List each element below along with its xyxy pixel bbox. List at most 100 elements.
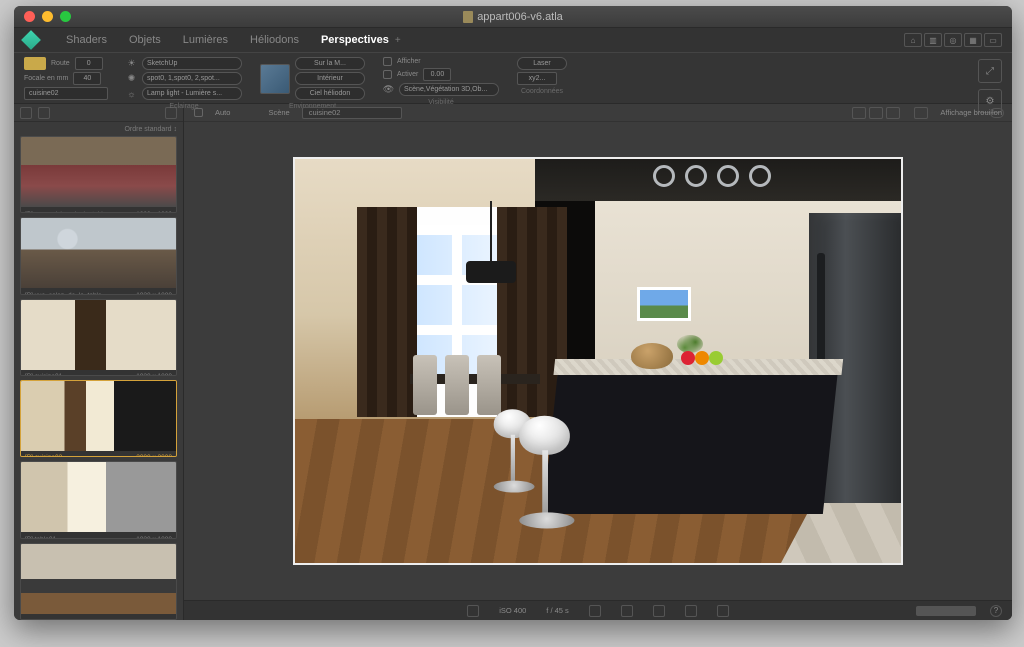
scene-name-chip[interactable]: cuisine02 bbox=[302, 107, 402, 119]
sky-swatch[interactable] bbox=[260, 64, 290, 94]
thumb-res: 1920 x 1080 bbox=[136, 211, 172, 214]
menu-perspectives[interactable]: Perspectives bbox=[321, 34, 389, 46]
menu-objets[interactable]: Objets bbox=[129, 34, 161, 46]
thumbnail-panel: Ordre standard ↕ [P] vue_cuisine_de_la_t… bbox=[14, 104, 184, 620]
menu-shaders[interactable]: Shaders bbox=[66, 34, 107, 46]
thumb-name: [P] table01 bbox=[25, 536, 56, 539]
thumb-item[interactable]: [P] vue_salon_de_la_table 1920 x 1080 bbox=[20, 217, 177, 294]
filter-icon[interactable] bbox=[38, 107, 50, 119]
viewer-eye-icon[interactable] bbox=[990, 108, 1004, 118]
content-row: Ordre standard ↕ [P] vue_cuisine_de_la_t… bbox=[14, 104, 1012, 620]
thumb-item[interactable]: [P] cuisine01 1920 x 1080 bbox=[20, 299, 177, 376]
activer-label: Activer bbox=[397, 71, 418, 78]
vm-icon-1[interactable] bbox=[852, 107, 866, 119]
focale-field[interactable]: 40 bbox=[73, 72, 101, 85]
scene-wall-picture bbox=[637, 287, 691, 321]
route-label: Route bbox=[51, 60, 70, 67]
menu-heliodons[interactable]: Héliodons bbox=[250, 34, 299, 46]
window-filename: appart006-v6.atla bbox=[477, 11, 563, 23]
eye-icon[interactable]: 👁 bbox=[383, 84, 394, 95]
lamp-icon[interactable]: ☼ bbox=[126, 88, 137, 99]
afficher-label: Afficher bbox=[397, 58, 421, 65]
activer-field[interactable]: 0.00 bbox=[423, 68, 451, 81]
scene-vis-field[interactable]: Scène,Végétation 3D,Ob... bbox=[399, 83, 499, 96]
thumb-item-selected[interactable]: [P] cuisine02 3000 x 2000 bbox=[20, 380, 177, 457]
thumb-res: 3000 x 2000 bbox=[136, 454, 172, 457]
menu-lumieres[interactable]: Lumières bbox=[183, 34, 228, 46]
exposure-up-icon[interactable] bbox=[653, 605, 665, 617]
render-viewer: Auto Scène cuisine02 Affichage brouillon bbox=[184, 104, 1012, 620]
group-coordonnees: Laser xy2... Coordonnées bbox=[517, 57, 567, 101]
iso-readout[interactable]: iSO 400 bbox=[499, 606, 526, 615]
route-field[interactable]: 0 bbox=[75, 57, 103, 70]
view-mode-icons bbox=[852, 107, 928, 119]
coord-label: Coordonnées bbox=[517, 88, 567, 95]
menu-add-icon[interactable]: + bbox=[395, 35, 401, 46]
thumb-name: [P] cuisine02 bbox=[25, 454, 62, 457]
engine-field[interactable]: SketchUp bbox=[142, 57, 242, 70]
thumb-item[interactable]: [P] vue_cuisine_de_la_table 1920 x 1080 bbox=[20, 136, 177, 213]
sun-icon[interactable]: ☀ bbox=[126, 58, 137, 69]
env-opt2[interactable]: Intérieur bbox=[295, 72, 365, 85]
thumb-name: [P] cuisine01 bbox=[25, 373, 62, 376]
env-opt1[interactable]: Sur la M... bbox=[295, 57, 365, 70]
thumb-image bbox=[21, 462, 176, 532]
canvas-wrap[interactable] bbox=[184, 122, 1012, 600]
inspector-toolbar: Route 0 Focale en mm 40 cuisine02 ☀ Sket… bbox=[14, 52, 1012, 104]
afficher-checkbox[interactable] bbox=[383, 57, 392, 66]
help-icon[interactable]: ? bbox=[990, 605, 1002, 617]
search-icon[interactable] bbox=[20, 107, 32, 119]
scene-chair bbox=[413, 355, 437, 415]
auto-checkbox[interactable] bbox=[194, 108, 203, 117]
perspective-name-field[interactable]: cuisine02 bbox=[24, 87, 108, 100]
scene-chair bbox=[477, 355, 501, 415]
active-toggle[interactable] bbox=[24, 57, 46, 70]
group-visibilite: Afficher Activer 0.00 👁 Scène,Végétation 3… bbox=[383, 57, 499, 101]
document-icon bbox=[463, 11, 473, 23]
env-sky[interactable]: Ciel héliodon bbox=[295, 87, 365, 100]
thumb-res: 1920 x 1080 bbox=[136, 536, 172, 539]
histogram-icon[interactable] bbox=[589, 605, 601, 617]
tone-icon[interactable] bbox=[685, 605, 697, 617]
activer-checkbox[interactable] bbox=[383, 70, 392, 79]
thumb-item[interactable]: [P] table01 1920 x 1080 bbox=[20, 461, 177, 538]
bulb-icon[interactable]: ✺ bbox=[126, 73, 137, 84]
thumb-name: [P] vue_salon_de_la_table bbox=[25, 292, 102, 295]
spots-field[interactable]: spot0, 1,spot0, 2,spot... bbox=[142, 72, 242, 85]
xy-field[interactable]: xy2... bbox=[517, 72, 557, 85]
group-eclairage: ☀ SketchUp ✺ spot0, 1,spot0, 2,spot... ☼… bbox=[126, 57, 242, 101]
cart-icon[interactable]: ⌂ bbox=[904, 33, 922, 47]
thumb-image bbox=[21, 381, 176, 451]
wb-icon[interactable] bbox=[717, 605, 729, 617]
vm-icon-3[interactable] bbox=[886, 107, 900, 119]
thumb-image bbox=[21, 300, 176, 370]
thumb-image bbox=[21, 544, 176, 614]
gear-icon[interactable] bbox=[467, 605, 479, 617]
thumb-list: [P] vue_cuisine_de_la_table 1920 x 1080 [… bbox=[14, 136, 183, 620]
panel-icon[interactable]: ▭ bbox=[984, 33, 1002, 47]
thumb-res: 1920 x 1080 bbox=[136, 373, 172, 376]
camera-icon[interactable]: ◎ bbox=[944, 33, 962, 47]
vm-icon-2[interactable] bbox=[869, 107, 883, 119]
mac-titlebar: appart006-v6.atla bbox=[14, 6, 1012, 28]
scene-island bbox=[543, 359, 839, 514]
laser-field[interactable]: Laser bbox=[517, 57, 567, 70]
main-menubar: Shaders Objets Lumières Héliodons Perspe… bbox=[14, 28, 1012, 52]
focale-label: Focale en mm bbox=[24, 75, 68, 82]
shutter-readout[interactable]: f / 45 s bbox=[546, 606, 569, 615]
thumb-res: 1920 x 1080 bbox=[136, 292, 172, 295]
render-frame bbox=[293, 157, 903, 565]
lamp-field[interactable]: Lamp light - Lumière s... bbox=[142, 87, 242, 100]
sort-dropdown[interactable]: Ordre standard ↕ bbox=[14, 122, 183, 136]
vm-icon-4[interactable] bbox=[914, 107, 928, 119]
thumb-item[interactable] bbox=[20, 543, 177, 620]
thumb-image bbox=[21, 218, 176, 288]
expand-icon[interactable]: ⤢ bbox=[978, 59, 1002, 83]
thumb-name: [P] vue_cuisine_de_la_table bbox=[25, 211, 106, 214]
layout-icon[interactable]: ▥ bbox=[924, 33, 942, 47]
grid-icon[interactable]: ▦ bbox=[964, 33, 982, 47]
exposure-down-icon[interactable] bbox=[621, 605, 633, 617]
scene-counter-objects bbox=[631, 351, 751, 371]
progress-bar bbox=[916, 606, 976, 616]
viewer-bottombar: iSO 400 f / 45 s ? bbox=[184, 600, 1012, 620]
